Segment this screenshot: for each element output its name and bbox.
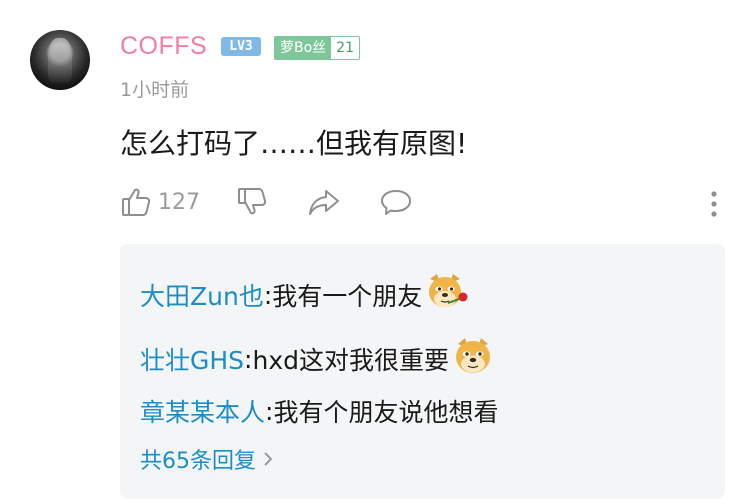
reply-text: 我有一个朋友 [272,282,423,311]
fan-medal-level: 21 [331,37,359,59]
share-icon [309,190,339,215]
reply-text: hxd这对我很重要 [252,346,449,375]
view-all-replies-label: 共65条回复 [140,449,256,474]
user-avatar[interactable] [30,30,90,90]
thumbs-down-icon [238,188,267,215]
reply-text: 我有个朋友说他想看 [273,398,499,427]
reply-username[interactable]: 大田Zun也 [140,277,264,313]
share-button[interactable] [307,186,341,218]
comment-username[interactable]: COFFS [120,32,207,61]
doge-emoji-icon [453,336,493,382]
reply-separator: : [265,396,274,426]
level-badge: LV3 [221,37,261,56]
more-options-button[interactable] [704,191,724,217]
reply-button[interactable] [379,186,413,218]
reply-separator: : [244,344,253,374]
chevron-right-icon [264,452,273,466]
dislike-button[interactable] [236,186,268,218]
reply-separator: : [263,280,273,310]
fan-medal-badge[interactable]: 萝Bo丝 21 [274,36,360,60]
fan-medal-name: 萝Bo丝 [275,37,332,59]
reply-username[interactable]: 壮壮GHS [140,341,244,377]
comment-timestamp: 1小时前 [120,79,190,101]
reply-username[interactable]: 章某某本人 [140,393,265,429]
reply-bubble-icon [381,190,411,215]
more-vertical-icon [711,191,717,217]
like-count: 127 [158,189,200,215]
view-all-replies-link[interactable]: 共65条回复 [140,443,274,475]
doge-rose-emoji-icon [426,272,470,318]
thumbs-up-icon [122,188,151,216]
comment-body: 怎么打码了……但我有原图! [120,127,468,160]
reply-preview-box[interactable]: 大田Zun也: 我有一个朋友 壮壮GHS: hxd这对我很重要 章某某本人: … [120,244,725,499]
reply-item[interactable]: 壮壮GHS: hxd这对我很重要 [140,336,493,382]
reply-item[interactable]: 章某某本人: 我有个朋友说他想看 [140,393,498,429]
like-button[interactable]: 127 [120,186,200,218]
reply-item[interactable]: 大田Zun也: 我有一个朋友 [140,272,470,318]
